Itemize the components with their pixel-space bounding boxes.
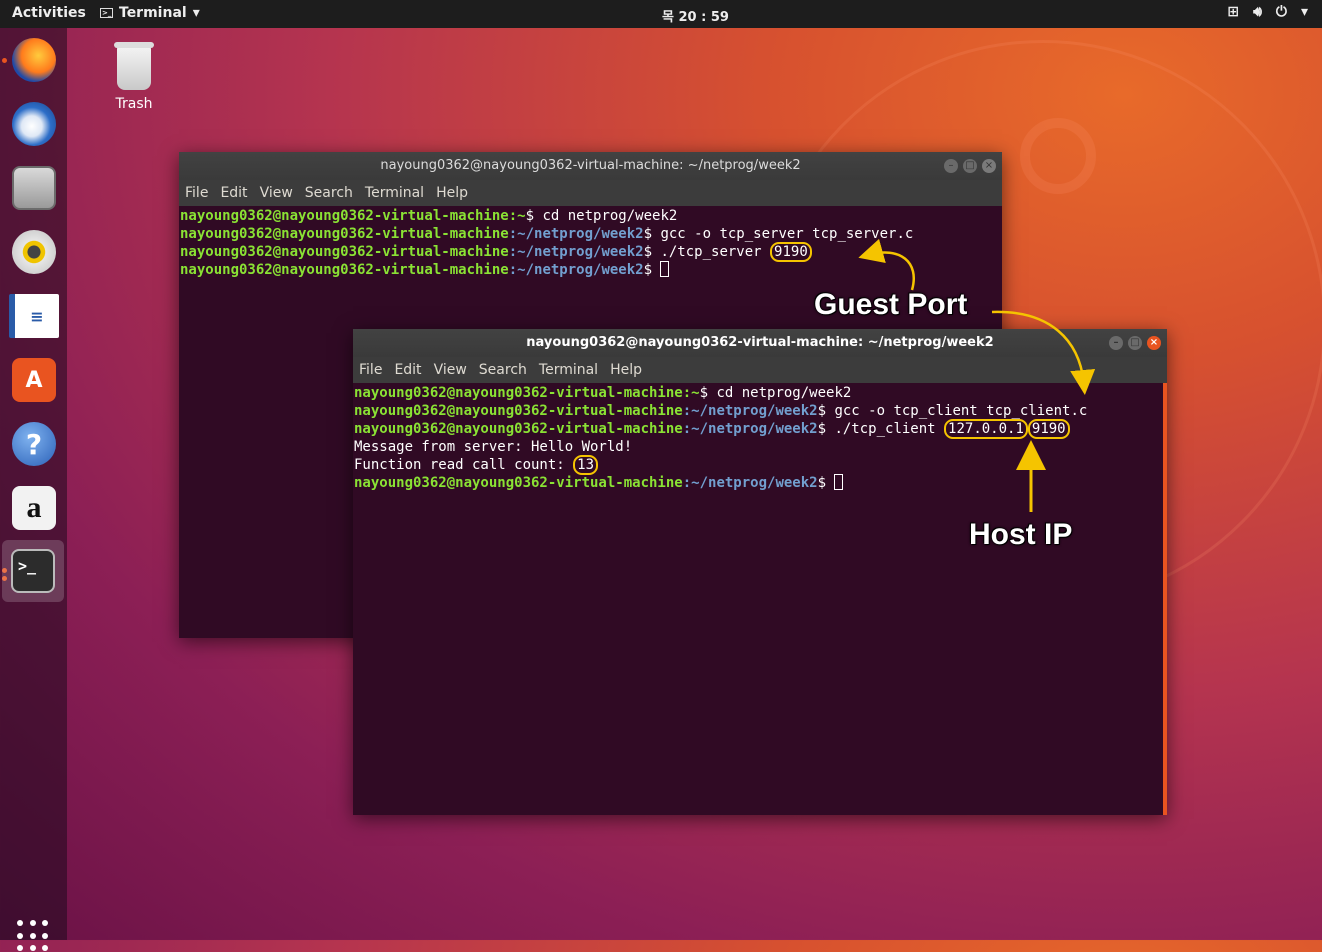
guest-port-arrow-to-server [858, 238, 915, 291]
guest-port-arrow-to-client [991, 310, 1096, 395]
guest-port-annotation: Guest Port [814, 288, 968, 321]
host-ip-annotation: Host IP [969, 518, 1073, 551]
annotation-arrows [858, 238, 1096, 512]
